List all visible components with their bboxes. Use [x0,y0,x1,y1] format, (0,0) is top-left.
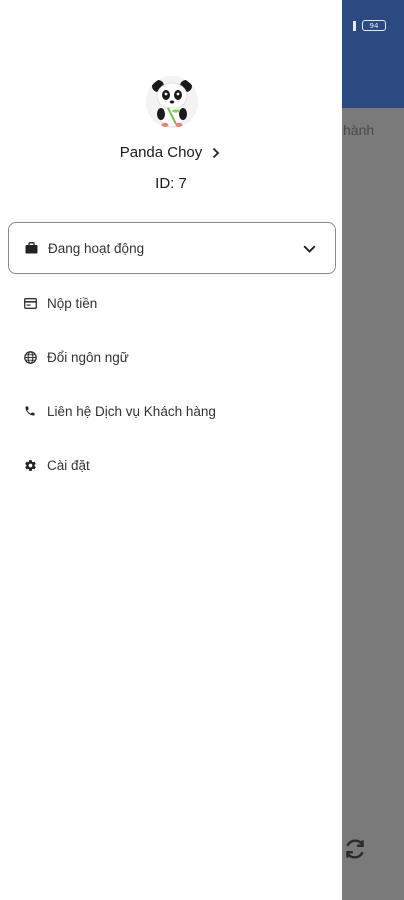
chevron-right-icon [210,145,222,161]
globe-icon [22,349,38,365]
menu-item-active-status[interactable]: Đang hoạt động [8,222,336,274]
menu-item-label: Đang hoạt động [48,240,145,256]
briefcase-icon [23,240,39,256]
user-profile-link[interactable]: Panda Choy [0,144,342,161]
background-tab-label: hành [343,122,375,138]
menu-item-label: Liên hệ Dịch vụ Khách hàng [47,403,216,419]
avatar[interactable] [146,76,198,128]
menu-item-label: Nộp tiền [47,295,98,311]
refresh-icon [346,839,364,859]
navigation-drawer: Panda Choy ID: 7 Đang hoạt động Nộp tiền [0,0,342,900]
menu-item-label: Cài đặt [47,457,90,473]
menu-item-customer-service[interactable]: Liên hệ Dịch vụ Khách hàng [8,385,336,437]
menu-item-language[interactable]: Đổi ngôn ngữ [8,331,336,383]
status-bar: 94 [353,20,386,31]
user-name: Panda Choy [119,144,203,161]
panda-avatar-icon [146,76,198,128]
battery-icon: 94 [362,20,386,31]
chevron-down-icon[interactable] [301,241,317,257]
phone-icon [22,403,38,419]
gear-icon [22,457,38,473]
menu-item-label: Đổi ngôn ngữ [47,349,129,365]
menu-item-deposit[interactable]: Nộp tiền [8,277,336,329]
signal-icon [353,20,356,31]
user-id: ID: 7 [155,175,187,192]
card-icon [22,295,38,311]
menu-item-settings[interactable]: Cài đặt [8,439,336,491]
